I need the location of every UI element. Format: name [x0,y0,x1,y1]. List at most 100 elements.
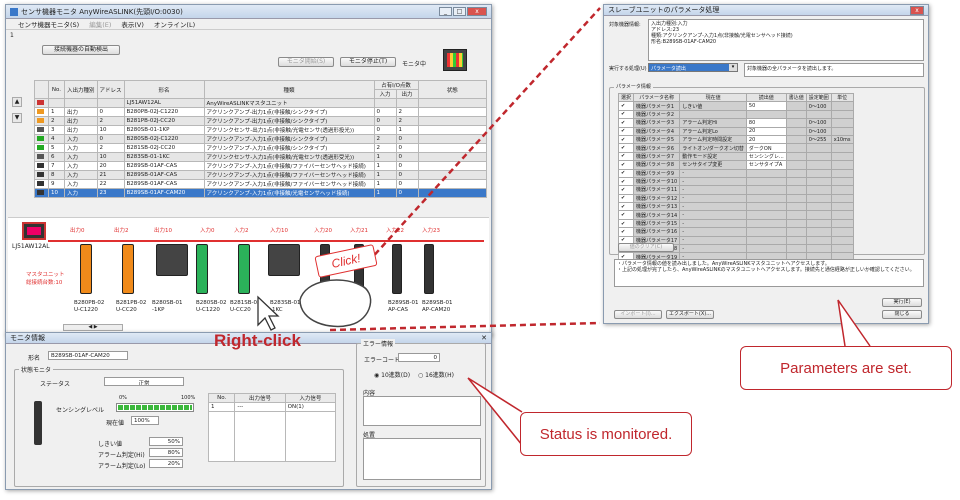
param-caption: - [679,235,747,246]
param-checkbox[interactable]: ✔ [617,118,635,128]
param-checkbox[interactable]: ✔ [617,202,635,212]
param-write[interactable] [785,202,807,212]
param-checkbox[interactable]: ✔ [617,176,635,187]
param-row[interactable]: ✔ 機器パラメータ5 アラーム判定時間設定 20 0～255 x10ms [617,134,854,145]
param-write[interactable] [785,151,807,162]
clear-values-button[interactable]: 値のクリア(C) [618,243,674,252]
execute-button[interactable]: 実行(E) [882,298,922,307]
device-row[interactable]: 7 入力 20 B289SB-01AF-CAS アクリンクアンプ-入力1点(非接触/ファ… [34,161,488,171]
h-scrollbar[interactable]: ◀ ▶ [63,324,123,331]
param-checkbox[interactable]: ✔ [617,218,635,229]
row-address: 22 [96,179,125,189]
param-checkbox[interactable]: ✔ [617,126,635,136]
sensor-device-icon[interactable] [122,244,134,294]
param-write[interactable] [785,126,807,136]
export-button[interactable]: エクスポート(X)... [666,310,714,319]
row-status [417,188,488,198]
device-row[interactable]: 6 入力 10 B283SB-01-1KC アクリンクセンサ-入力1点(非接触/光電セン… [34,152,488,162]
sensor-device-icon[interactable] [156,244,188,276]
param-write[interactable] [785,101,807,111]
param-row[interactable]: ✔ 機器パラメータ3 アラーム判定Hi 80 0～100 [617,118,854,128]
param-checkbox[interactable]: ✔ [617,160,635,170]
sensor-device-icon[interactable] [268,244,300,276]
row-io-type: 入力 [64,161,98,171]
radio-hex[interactable]: ○ 16進数(H) [418,370,454,379]
param-write[interactable] [785,109,807,120]
param-row[interactable]: ✔ 機器パラメータ4 アラーム判定Lo 20 0～100 [617,126,854,136]
param-row[interactable]: ✔ 機器パラメータ6 ライトオン/ダークオン切替 ダークON [617,143,854,153]
param-row[interactable]: ✔ 機器パラメータ15- [617,218,854,229]
param-row[interactable]: ✔ 機器パラメータ14- [617,210,854,220]
device-row[interactable]: 5 入力 2 B281SB-02J-CC20 アクリンクアンプ-入力1点(非接触/シンク… [34,143,488,153]
device-row[interactable]: 9 入力 22 B289SB-01AF-CAS アクリンクアンプ-入力1点(非接触/ファ… [34,179,488,189]
import-button[interactable]: インポート(I)... [614,310,662,319]
param-row[interactable]: ✔ 機器パラメータ10- [617,176,854,187]
scroll-up-icon[interactable]: ▲ [12,97,22,107]
menu-online[interactable]: オンライン(L) [154,19,195,29]
param-row[interactable]: ✔ 機器パラメータ7 動作モード設定 センシングレ... [617,151,854,162]
param-checkbox[interactable]: ✔ [617,168,635,178]
process-select[interactable]: パラメータ読出 ▾ [648,63,738,72]
minimize-button[interactable]: _ [439,7,452,16]
param-range [805,210,832,220]
monitor-stop-button[interactable]: モニタ停止(T) [340,57,396,67]
sensor-device-icon[interactable] [392,244,402,294]
param-checkbox[interactable]: ✔ [617,185,635,195]
param-write[interactable] [785,143,807,153]
menu-sensor-monitor[interactable]: センサ機器モニタ(S) [18,19,79,29]
device-row[interactable]: 2 出力 2 B281PB-02J-CC20 アクリンクアンプ-出力1点(非接触/シンク… [34,116,488,126]
param-write[interactable] [785,160,807,170]
sensor-device-icon[interactable] [80,244,92,294]
param-checkbox[interactable]: ✔ [617,101,635,111]
sensor-device-icon[interactable] [424,244,434,294]
param-close-bottom-button[interactable]: 閉じる [882,310,922,319]
monitor-close-icon[interactable]: ✕ [481,334,487,342]
bus-line [48,240,484,242]
param-row[interactable]: ✔ 機器パラメータ12- [617,193,854,204]
sensor-device-icon[interactable] [196,244,208,294]
param-write[interactable] [785,118,807,128]
menu-view[interactable]: 表示(V) [121,19,144,29]
param-checkbox[interactable]: ✔ [617,227,635,237]
param-row[interactable]: ✔ 機器パラメータ2 [617,109,854,120]
param-checkbox[interactable]: ✔ [617,151,635,162]
param-row[interactable]: ✔ 機器パラメータ11- [617,185,854,195]
param-row[interactable]: ✔ 機器パラメータ9- [617,168,854,178]
auto-detect-button[interactable]: 接続機器の自動検出 [42,45,120,55]
param-checkbox[interactable]: ✔ [617,210,635,220]
param-write[interactable] [785,185,807,195]
param-checkbox[interactable]: ✔ [617,134,635,145]
param-write[interactable] [785,235,807,246]
device-row[interactable]: 10 入力 23 B289SB-01AF-CAM20 アクリンクアンプ-入力1点(非接触… [34,188,488,198]
param-checkbox[interactable]: ✔ [617,109,635,120]
param-write[interactable] [785,168,807,178]
param-row[interactable]: ✔ 機器パラメータ16- [617,227,854,237]
device-row[interactable]: 1 出力 0 B280PB-02J-C1220 アクリンクアンプ-出力1点(非接触/シン… [34,107,488,117]
maximize-button[interactable]: □ [453,7,466,16]
param-row[interactable]: ✔ 機器パラメータ8 センサタイプ変更 センサタイプA [617,160,854,170]
param-write[interactable] [785,244,807,254]
sensor-device-icon[interactable] [238,244,250,294]
param-write[interactable] [785,134,807,145]
scroll-down-icon[interactable]: ▼ [12,113,22,123]
param-write[interactable] [785,218,807,229]
param-close-button[interactable]: x [910,5,924,15]
menu-edit[interactable]: 編集(E) [89,19,111,29]
device-row[interactable]: 3 出力 10 B280SB-01-1KP アクリンクセンサ-出力1点(非接触/光電セン… [34,125,488,135]
param-checkbox[interactable]: ✔ [617,143,635,153]
param-write[interactable] [785,176,807,187]
radio-decimal[interactable]: ◉ 10進数(D) [374,370,410,379]
param-row[interactable]: ✔ 機器パラメータ13- [617,202,854,212]
param-write[interactable] [785,210,807,220]
param-row[interactable]: ✔ 機器パラメータ1 しきい値 50 0～100 [617,101,854,111]
close-button[interactable]: x [467,7,487,16]
monitor-start-button[interactable]: モニタ開始(S) [278,57,334,67]
device-row[interactable]: 4 入力 0 B280SB-02J-C1220 アクリンクアンプ-入力1点(非接触/シン… [34,134,488,144]
device-row[interactable]: LJ51AW12AL AnyWireASLINKマスタユニット [34,98,488,108]
row-no: 2 [48,116,65,126]
param-write[interactable] [785,193,807,204]
param-write[interactable] [785,227,807,237]
master-unit-icon[interactable] [22,222,46,240]
param-checkbox[interactable]: ✔ [617,193,635,204]
device-row[interactable]: 8 入力 21 B289SB-01AF-CAS アクリンクアンプ-入力1点(非接触/ファ… [34,170,488,180]
